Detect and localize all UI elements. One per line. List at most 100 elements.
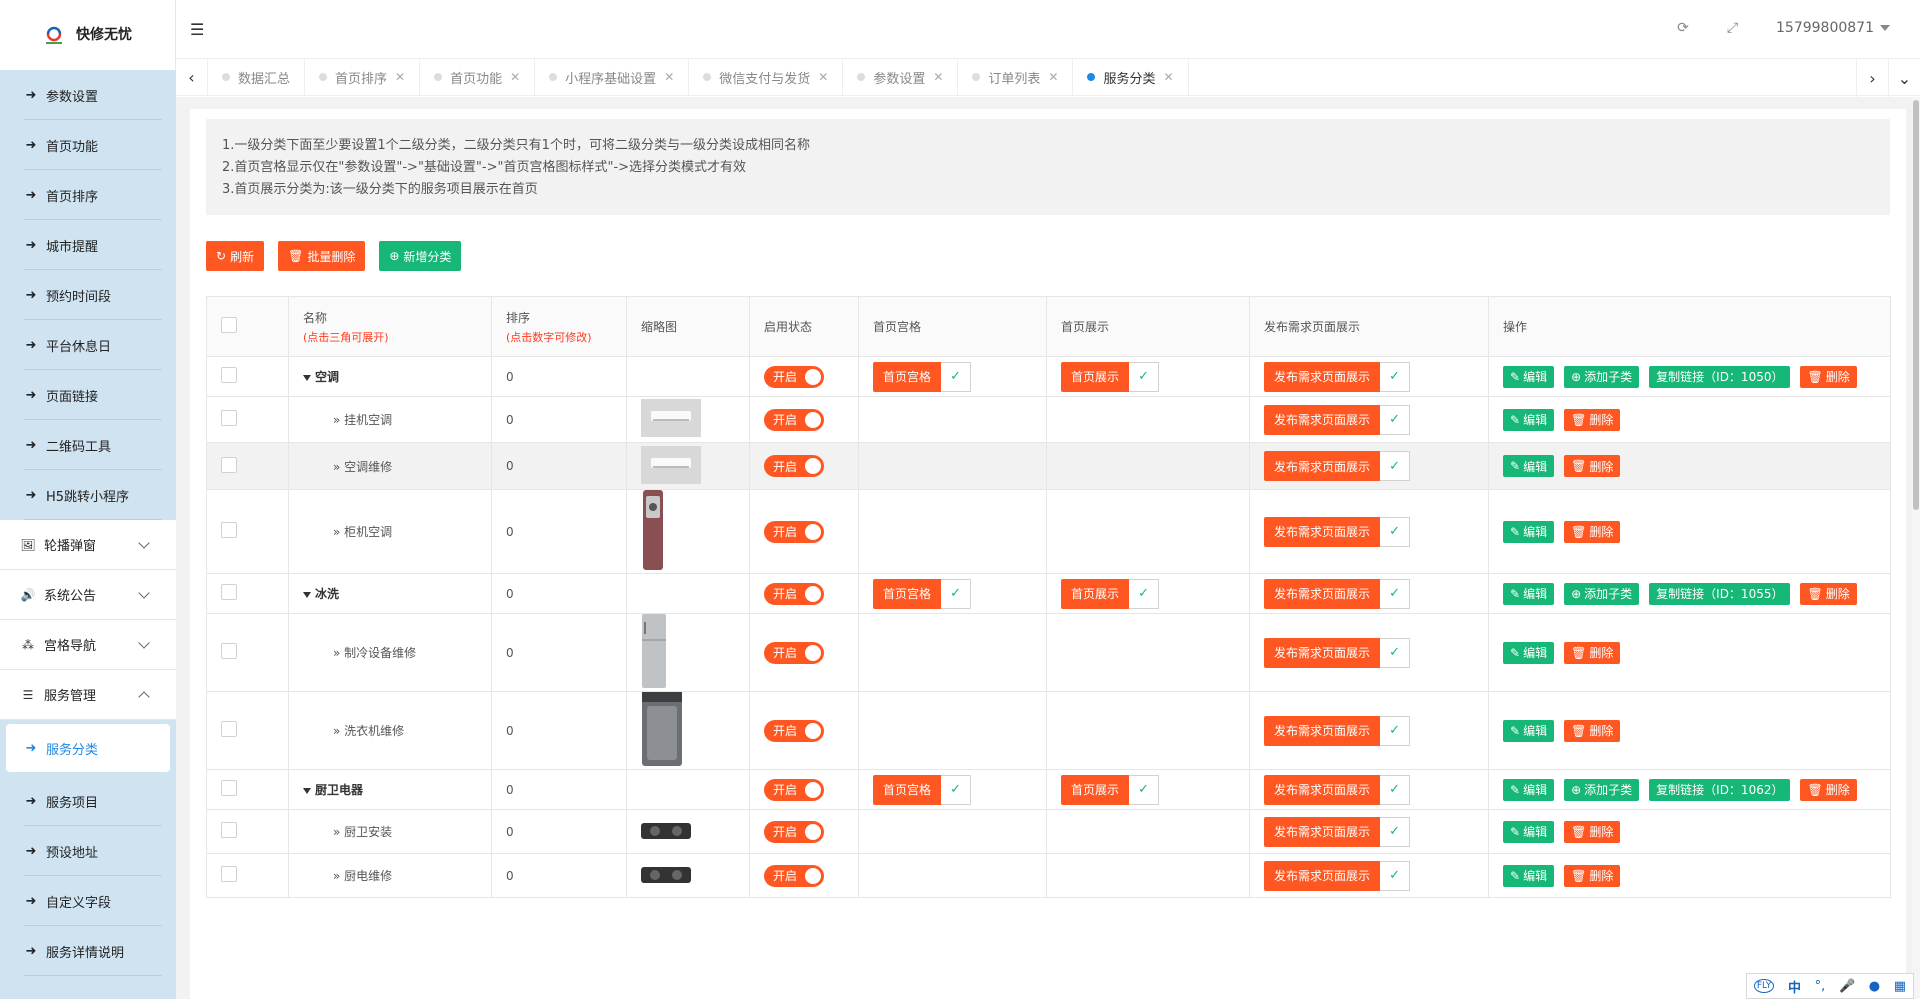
add-child-button[interactable]: ⊕ 添加子类 (1564, 778, 1640, 801)
expand-caret-icon[interactable] (303, 787, 311, 794)
row-checkbox[interactable] (221, 584, 237, 600)
add-category-button[interactable]: ⊕ 新增分类 (379, 241, 462, 271)
home-show-toggle[interactable]: 首页展示 ✓ (1061, 361, 1160, 392)
sidebar-item-top-6[interactable]: ➜ 页面链接 (0, 370, 176, 420)
ime-user-icon[interactable]: ● (1869, 979, 1880, 994)
copy-link-button[interactable]: 复制链接（ID：1055） (1649, 582, 1791, 605)
sort-value[interactable]: 0 (506, 587, 514, 601)
check-icon[interactable]: ✓ (1380, 774, 1411, 805)
sidebar-item-top-2[interactable]: ➜ 首页排序 (0, 170, 176, 220)
table-row[interactable]: » 空调维修 0 开启 发布需求页面展示 ✓ ✎ 编辑 🗑 删除 (206, 442, 1891, 490)
scrollbar[interactable] (1912, 97, 1920, 999)
user-menu[interactable]: 15799800871 (1776, 20, 1890, 36)
check-icon[interactable]: ✓ (1380, 451, 1411, 481)
sidebar-group-3[interactable]: ☰ 服务管理 (0, 670, 176, 720)
delete-button[interactable]: 🗑 删除 (1800, 365, 1857, 388)
check-icon[interactable]: ✓ (1129, 578, 1160, 609)
sort-value[interactable]: 0 (506, 724, 514, 738)
edit-button[interactable]: ✎ 编辑 (1503, 408, 1555, 431)
sidebar-group-1[interactable]: 🔊 系统公告 (0, 570, 176, 620)
edit-button[interactable]: ✎ 编辑 (1503, 820, 1555, 843)
edit-button[interactable]: ✎ 编辑 (1503, 582, 1555, 605)
publish-show-toggle[interactable]: 发布需求页面展示 ✓ (1264, 516, 1411, 547)
row-checkbox[interactable] (221, 643, 237, 659)
close-icon[interactable]: ✕ (510, 70, 520, 84)
publish-show-toggle[interactable]: 发布需求页面展示 ✓ (1264, 774, 1411, 805)
close-icon[interactable]: ✕ (818, 70, 828, 84)
table-row[interactable]: 空调 0 开启 首页宫格 ✓ 首页展示 ✓ 发布需求页面展示 ✓ ✎ 编辑 ⊕ 添加子类 复制链接（ID：… (206, 356, 1891, 397)
sort-value[interactable]: 0 (506, 525, 514, 539)
sidebar-item-bottom-2[interactable]: ➜ 自定义字段 (0, 876, 176, 926)
edit-button[interactable]: ✎ 编辑 (1503, 641, 1555, 664)
status-switch[interactable]: 开启 (764, 820, 824, 843)
sort-value[interactable]: 0 (506, 783, 514, 797)
edit-button[interactable]: ✎ 编辑 (1503, 520, 1555, 543)
row-checkbox[interactable] (221, 522, 237, 538)
delete-button[interactable]: 🗑 删除 (1564, 455, 1621, 477)
ime-lang[interactable]: 中 (1788, 977, 1801, 996)
check-icon[interactable]: ✓ (941, 578, 972, 609)
edit-button[interactable]: ✎ 编辑 (1503, 719, 1555, 742)
menu-toggle-icon[interactable]: ☰ (190, 20, 204, 39)
sidebar-item-bottom-1[interactable]: ➜ 预设地址 (0, 826, 176, 876)
check-icon[interactable]: ✓ (941, 361, 972, 392)
status-switch[interactable]: 开启 (764, 408, 824, 431)
home-show-toggle[interactable]: 首页展示 ✓ (1061, 578, 1160, 609)
add-child-button[interactable]: ⊕ 添加子类 (1564, 582, 1640, 605)
sort-value[interactable]: 0 (506, 459, 514, 473)
delete-button[interactable]: 🗑 删除 (1564, 520, 1621, 543)
publish-show-toggle[interactable]: 发布需求页面展示 ✓ (1264, 404, 1411, 435)
check-icon[interactable]: ✓ (941, 774, 972, 805)
status-switch[interactable]: 开启 (764, 719, 824, 742)
home-grid-toggle[interactable]: 首页宫格 ✓ (873, 578, 972, 609)
table-row[interactable]: » 挂机空调 0 开启 发布需求页面展示 ✓ ✎ 编辑 🗑 删除 (206, 396, 1891, 443)
table-row[interactable]: » 厨卫安装 0 开启 发布需求页面展示 ✓ ✎ 编辑 🗑 删除 (206, 809, 1891, 854)
sidebar-item-active[interactable]: ➜ 服务分类 (6, 724, 170, 772)
delete-button[interactable]: 🗑 删除 (1564, 864, 1621, 887)
sidebar-item-top-4[interactable]: ➜ 预约时间段 (0, 270, 176, 320)
tab-5[interactable]: 参数设置 ✕ (843, 58, 959, 96)
tab-2[interactable]: 首页功能 ✕ (420, 58, 536, 96)
check-icon[interactable]: ✓ (1380, 715, 1411, 746)
sidebar-item-bottom-0[interactable]: ➜ 服务项目 (0, 776, 176, 826)
tab-scroll-left-icon[interactable]: ‹ (176, 58, 208, 96)
publish-show-toggle[interactable]: 发布需求页面展示 ✓ (1264, 451, 1411, 481)
sidebar-group-0[interactable]: 🖼 轮播弹窗 (0, 520, 176, 570)
sidebar-item-top-3[interactable]: ➜ 城市提醒 (0, 220, 176, 270)
sort-value[interactable]: 0 (506, 646, 514, 660)
status-switch[interactable]: 开启 (764, 582, 824, 605)
table-row[interactable]: » 制冷设备维修 0 开启 发布需求页面展示 ✓ ✎ 编辑 🗑 删除 (206, 613, 1891, 692)
delete-button[interactable]: 🗑 删除 (1564, 641, 1621, 664)
status-switch[interactable]: 开启 (764, 778, 824, 801)
delete-button[interactable]: 🗑 删除 (1800, 582, 1857, 605)
row-checkbox[interactable] (221, 367, 237, 383)
publish-show-toggle[interactable]: 发布需求页面展示 ✓ (1264, 361, 1411, 392)
check-icon[interactable]: ✓ (1129, 774, 1160, 805)
edit-button[interactable]: ✎ 编辑 (1503, 864, 1555, 887)
sidebar-item-bottom-3[interactable]: ➜ 服务详情说明 (0, 926, 176, 976)
tab-6[interactable]: 订单列表 ✕ (958, 58, 1074, 96)
copy-link-button[interactable]: 复制链接（ID：1062） (1649, 778, 1791, 801)
close-icon[interactable]: ✕ (933, 70, 943, 84)
copy-link-button[interactable]: 复制链接（ID：1050） (1649, 365, 1791, 388)
ime-logo-icon[interactable]: FLY (1753, 979, 1775, 993)
sort-value[interactable]: 0 (506, 413, 514, 427)
edit-button[interactable]: ✎ 编辑 (1503, 778, 1555, 801)
ime-apps-icon[interactable]: ▦ (1894, 979, 1906, 994)
sort-value[interactable]: 0 (506, 370, 514, 384)
check-icon[interactable]: ✓ (1380, 816, 1411, 847)
home-grid-toggle[interactable]: 首页宫格 ✓ (873, 361, 972, 392)
publish-show-toggle[interactable]: 发布需求页面展示 ✓ (1264, 715, 1411, 746)
fullscreen-icon[interactable]: ⤢ (1727, 20, 1738, 36)
publish-show-toggle[interactable]: 发布需求页面展示 ✓ (1264, 578, 1411, 609)
close-icon[interactable]: ✕ (1164, 70, 1174, 84)
check-icon[interactable]: ✓ (1380, 637, 1411, 668)
close-icon[interactable]: ✕ (664, 70, 674, 84)
tab-3[interactable]: 小程序基础设置 ✕ (535, 58, 690, 96)
table-row[interactable]: » 柜机空调 0 开启 发布需求页面展示 ✓ ✎ 编辑 🗑 删除 (206, 489, 1891, 574)
status-switch[interactable]: 开启 (764, 864, 824, 887)
row-checkbox[interactable] (221, 780, 237, 796)
table-row[interactable]: » 厨电维修 0 开启 发布需求页面展示 ✓ ✎ 编辑 🗑 删除 (206, 853, 1891, 898)
close-icon[interactable]: ✕ (395, 70, 405, 84)
sidebar-item-top-8[interactable]: ➜ H5跳转小程序 (0, 470, 176, 520)
